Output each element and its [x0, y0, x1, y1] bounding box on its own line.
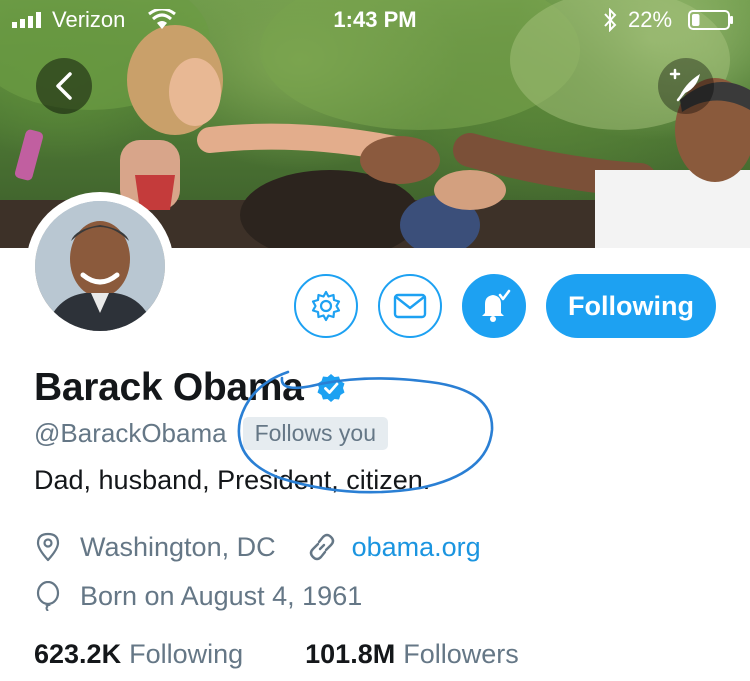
envelope-icon [393, 293, 427, 319]
profile-bio: Dad, husband, President, citizen. [34, 465, 431, 495]
profile-url-link[interactable]: obama.org [352, 532, 481, 563]
message-button[interactable] [378, 274, 442, 338]
profile-handle: @BarackObama [34, 417, 227, 448]
profile-location-row: Washington, DC obama.org [34, 529, 481, 565]
followers-stat[interactable]: 101.8M Followers [305, 639, 519, 670]
profile-birthday: Born on August 4, 1961 [80, 580, 363, 611]
avatar-photo [35, 201, 165, 331]
battery-icon [688, 10, 733, 30]
settings-button[interactable] [294, 274, 358, 338]
profile-name-row: Barack Obama [34, 364, 346, 412]
compose-tweet-icon [669, 68, 700, 102]
profile-location: Washington, DC [80, 531, 276, 562]
status-bar: Verizon 1:43 PM 22% [0, 0, 750, 40]
battery-percentage: 22% [628, 7, 673, 32]
notifications-button[interactable] [462, 274, 526, 338]
profile-birthday-row: Born on August 4, 1961 [34, 578, 362, 614]
followers-count: 101.8M [305, 638, 396, 669]
link-icon [309, 533, 334, 561]
bluetooth-icon [604, 8, 617, 32]
bell-check-icon [482, 289, 511, 322]
profile-stats: 623.2K Following 101.8M Followers [34, 636, 519, 672]
following-count: 623.2K [34, 638, 122, 669]
verified-badge-icon [317, 374, 345, 402]
balloon-icon [36, 581, 60, 611]
chevron-left-icon [56, 72, 72, 100]
follows-you-badge: Follows you [242, 416, 389, 450]
followers-label: Followers [403, 638, 519, 669]
following-stat[interactable]: 623.2K Following [34, 639, 243, 670]
following-label: Following [129, 638, 244, 669]
profile-name: Barack Obama [34, 366, 304, 409]
compose-tweet-button[interactable] [658, 58, 714, 114]
back-button[interactable] [36, 58, 92, 114]
gear-icon [311, 290, 341, 322]
profile-handle-row: @BarackObama Follows you [34, 416, 389, 450]
location-pin-icon [36, 532, 60, 562]
following-button[interactable]: Following [546, 274, 716, 338]
avatar[interactable] [26, 192, 174, 340]
